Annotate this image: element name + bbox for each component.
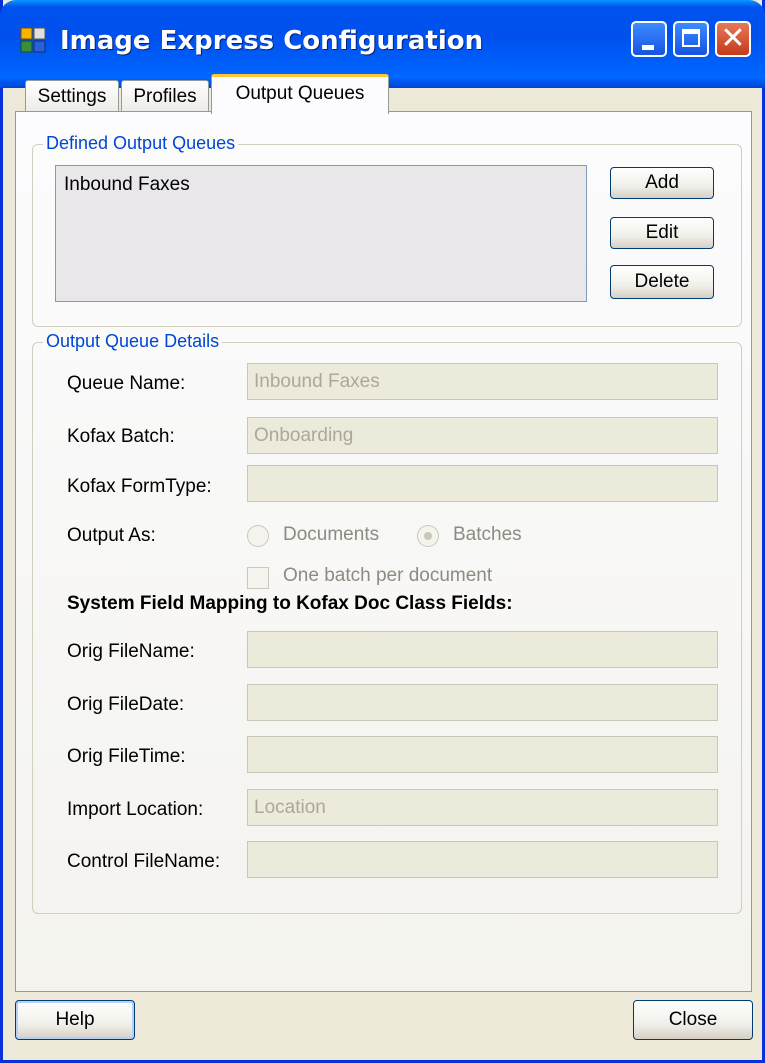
add-button[interactable]: Add	[610, 167, 714, 199]
maximize-icon	[682, 29, 700, 47]
kofax-formtype-label: Kofax FormType:	[67, 476, 212, 497]
window-title: Image Express Configuration	[60, 26, 484, 56]
kofax-batch-field[interactable]: Onboarding	[247, 417, 718, 454]
kofax-batch-label: Kofax Batch:	[67, 426, 175, 447]
orig-filetime-field[interactable]	[247, 736, 718, 773]
output-queue-details-group: Output Queue Details Queue Name: Inbound…	[32, 331, 742, 914]
tab-settings[interactable]: Settings	[25, 80, 119, 112]
batches-radio[interactable]	[417, 525, 439, 547]
queue-name-field[interactable]: Inbound Faxes	[247, 363, 718, 400]
output-queues-listbox[interactable]: Inbound Faxes	[55, 165, 587, 302]
output-queues-panel: Defined Output Queues Inbound Faxes Add …	[15, 111, 752, 992]
documents-radio-label: Documents	[283, 524, 380, 545]
orig-filename-field[interactable]	[247, 631, 718, 668]
tab-profiles[interactable]: Profiles	[121, 80, 209, 112]
import-location-label: Import Location:	[67, 799, 204, 820]
field-mapping-heading: System Field Mapping to Kofax Doc Class …	[67, 593, 513, 614]
minimize-icon	[642, 45, 654, 50]
defined-output-queues-group: Defined Output Queues Inbound Faxes Add …	[32, 133, 742, 327]
maximize-button[interactable]	[673, 21, 709, 57]
close-window-button[interactable]: ✕	[715, 21, 751, 57]
orig-filedate-label: Orig FileDate:	[67, 694, 185, 715]
control-filename-label: Control FileName:	[67, 851, 221, 872]
help-button[interactable]: Help	[15, 1000, 135, 1040]
orig-filename-label: Orig FileName:	[67, 641, 195, 662]
import-location-field[interactable]: Location	[247, 789, 718, 826]
kofax-formtype-field[interactable]	[247, 465, 718, 502]
output-as-label: Output As:	[67, 525, 156, 546]
control-filename-field[interactable]	[247, 841, 718, 878]
close-icon: ✕	[720, 21, 746, 56]
output-queue-details-title: Output Queue Details	[43, 331, 223, 352]
edit-button[interactable]: Edit	[610, 217, 714, 249]
documents-radio[interactable]	[247, 525, 269, 547]
one-batch-label: One batch per document	[283, 565, 493, 586]
orig-filedate-field[interactable]	[247, 684, 718, 721]
queue-name-label: Queue Name:	[67, 373, 186, 394]
minimize-button[interactable]	[631, 21, 667, 57]
defined-output-queues-title: Defined Output Queues	[43, 133, 239, 154]
list-item[interactable]: Inbound Faxes	[64, 174, 190, 196]
delete-button[interactable]: Delete	[610, 265, 714, 299]
tab-output-queues[interactable]: Output Queues	[211, 74, 389, 114]
orig-filetime-label: Orig FileTime:	[67, 746, 186, 767]
configuration-window: Image Express Configuration ✕ Settings P…	[0, 0, 765, 1063]
one-batch-checkbox[interactable]	[247, 567, 269, 589]
batches-radio-label: Batches	[453, 524, 522, 545]
app-config-icon	[20, 27, 46, 53]
close-button[interactable]: Close	[633, 1000, 753, 1040]
